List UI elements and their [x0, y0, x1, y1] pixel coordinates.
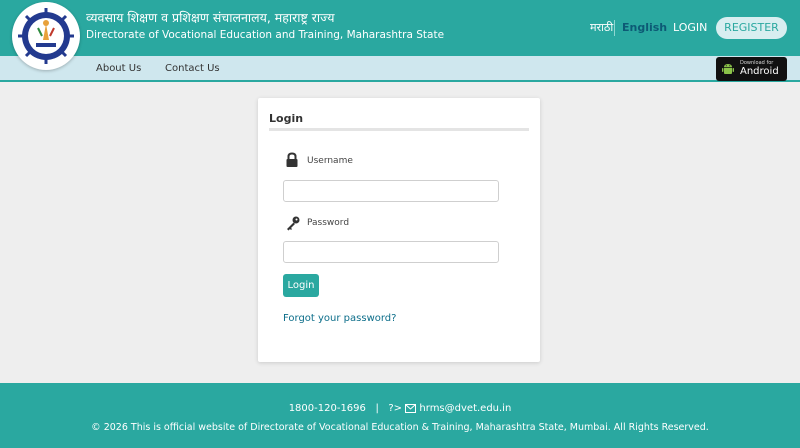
forgot-password-link[interactable]: Forgot your password? — [283, 312, 396, 325]
footer-copyright: © 2026 This is official website of Direc… — [91, 422, 709, 433]
password-label: Password — [307, 218, 350, 228]
android-icon — [722, 64, 734, 74]
main-nav: About Us Contact Us — [0, 56, 800, 82]
header-login-link[interactable]: LOGIN — [673, 21, 707, 35]
mail-icon — [405, 404, 417, 413]
username-input[interactable] — [283, 180, 499, 202]
lock-icon — [286, 152, 298, 167]
android-download-badge[interactable]: Download for Android — [716, 57, 787, 81]
login-submit-button[interactable]: Login — [283, 274, 319, 297]
login-card: Login Username Password Login Forgot you… — [258, 98, 540, 362]
nav-contact-us[interactable]: Contact Us — [165, 63, 220, 75]
key-icon — [287, 216, 300, 231]
register-button[interactable]: REGISTER — [716, 17, 787, 39]
login-card-title: Login — [269, 112, 304, 125]
language-english-link[interactable]: English — [622, 21, 667, 35]
password-input[interactable] — [283, 241, 499, 263]
site-title-marathi: व्यवसाय शिक्षण व प्रशिक्षण संचालनालय, मह… — [86, 10, 335, 25]
nav-about-us[interactable]: About Us — [96, 63, 141, 75]
site-header: व्यवसाय शिक्षण व प्रशिक्षण संचालनालय, मह… — [0, 0, 800, 56]
username-label: Username — [307, 156, 353, 166]
footer-prefix: ?> — [388, 403, 403, 414]
footer-separator: | — [375, 403, 379, 414]
dvet-emblem-icon[interactable] — [12, 2, 80, 70]
login-card-divider — [269, 128, 529, 131]
site-footer: 1800-120-1696 | ?> hrms@dvet.edu.in © 20… — [0, 383, 800, 448]
site-title-english: Directorate of Vocational Education and … — [86, 29, 445, 41]
footer-contact: 1800-120-1696 | ?> hrms@dvet.edu.in — [0, 402, 800, 415]
language-marathi-link[interactable]: मराठी — [590, 21, 613, 35]
footer-email-link[interactable]: hrms@dvet.edu.in — [419, 403, 511, 414]
footer-phone: 1800-120-1696 — [288, 403, 366, 414]
language-separator — [614, 20, 615, 36]
site-title: व्यवसाय शिक्षण व प्रशिक्षण संचालनालय, मह… — [86, 10, 444, 43]
android-badge-big-text: Android — [740, 66, 779, 77]
